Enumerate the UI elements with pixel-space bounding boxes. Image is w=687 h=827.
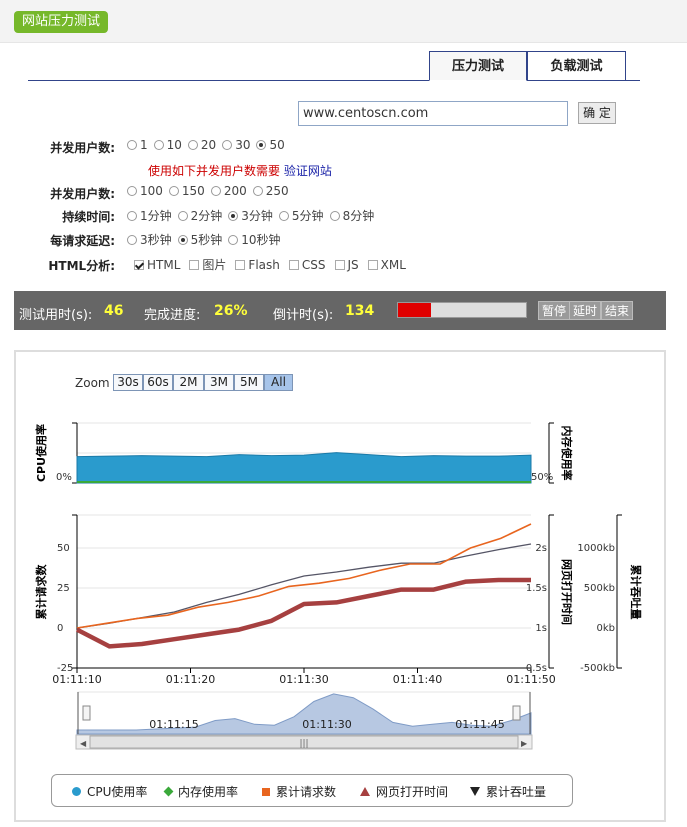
chart-grid <box>77 422 531 629</box>
circle-icon <box>72 787 81 796</box>
cpu-tick-label: 0% <box>56 472 72 483</box>
legend-item-throughput[interactable]: 累计吞吐量 <box>470 783 546 800</box>
throughput-tick-label: -500kb <box>580 663 615 674</box>
chart-series <box>75 452 532 649</box>
memory-tick-label: 50% <box>531 472 553 483</box>
scroll-right-icon: ▶ <box>521 739 528 748</box>
legend-item-cpu[interactable]: CPU使用率 <box>72 783 147 800</box>
page-time-tick-label: 1s <box>535 623 547 634</box>
x-tick-label: 01:11:10 <box>52 673 101 686</box>
page-time-axis-title: 网页打开时间 <box>560 559 574 625</box>
legend-item-requests[interactable]: 累计请求数 <box>262 783 336 800</box>
navigator-tick-label: 01:11:45 <box>455 718 504 731</box>
memory-axis-title: 内存使用率 <box>560 426 574 481</box>
x-tick-label: 01:11:30 <box>279 673 328 686</box>
scroll-left-icon: ◀ <box>80 739 87 748</box>
navigator-left-handle <box>82 705 91 721</box>
page-time-line <box>75 577 531 649</box>
legend-item-page-time[interactable]: 网页打开时间 <box>360 783 448 800</box>
performance-chart: 0% 50%CPU使用率 内存使用率50250-252s1.5s1s0.5s1000… <box>34 422 643 750</box>
throughput-tick-label: 1000kb <box>577 543 615 554</box>
navigator-right-handle <box>512 705 521 721</box>
throughput-tick-label: 500kb <box>584 583 615 594</box>
x-tick-label: 01:11:40 <box>393 673 442 686</box>
throughput-line <box>76 543 532 629</box>
throughput-axis-title: 累计吞吐量 <box>629 565 643 620</box>
triangle-up-icon <box>360 787 370 796</box>
requests-axis-title: 累计请求数 <box>34 564 48 620</box>
x-tick-label: 01:11:50 <box>506 673 555 686</box>
navigator[interactable]: 01:11:15 01:11:30 01:11:45 ◀ ▶ ||| <box>75 691 533 750</box>
x-tick-label: 01:11:20 <box>166 673 215 686</box>
square-icon <box>262 787 270 796</box>
diamond-icon <box>163 786 174 797</box>
cpu-usage-area <box>76 452 532 484</box>
navigator-tick-label: 01:11:30 <box>302 718 351 731</box>
requests-tick-label: 0 <box>57 623 63 634</box>
requests-tick-label: 50 <box>57 543 70 554</box>
scrollbar-grip-icon: ||| <box>299 739 308 749</box>
page-time-tick-label: 1.5s <box>526 583 547 594</box>
triangle-down-icon <box>470 787 480 796</box>
legend-item-memory[interactable]: 内存使用率 <box>163 783 238 800</box>
cpu-axis-title: CPU使用率 <box>34 424 48 482</box>
page-time-tick-label: 2s <box>535 543 547 554</box>
throughput-tick-label: 0kb <box>596 623 615 634</box>
navigator-tick-label: 01:11:15 <box>149 718 198 731</box>
requests-tick-label: 25 <box>57 583 70 594</box>
